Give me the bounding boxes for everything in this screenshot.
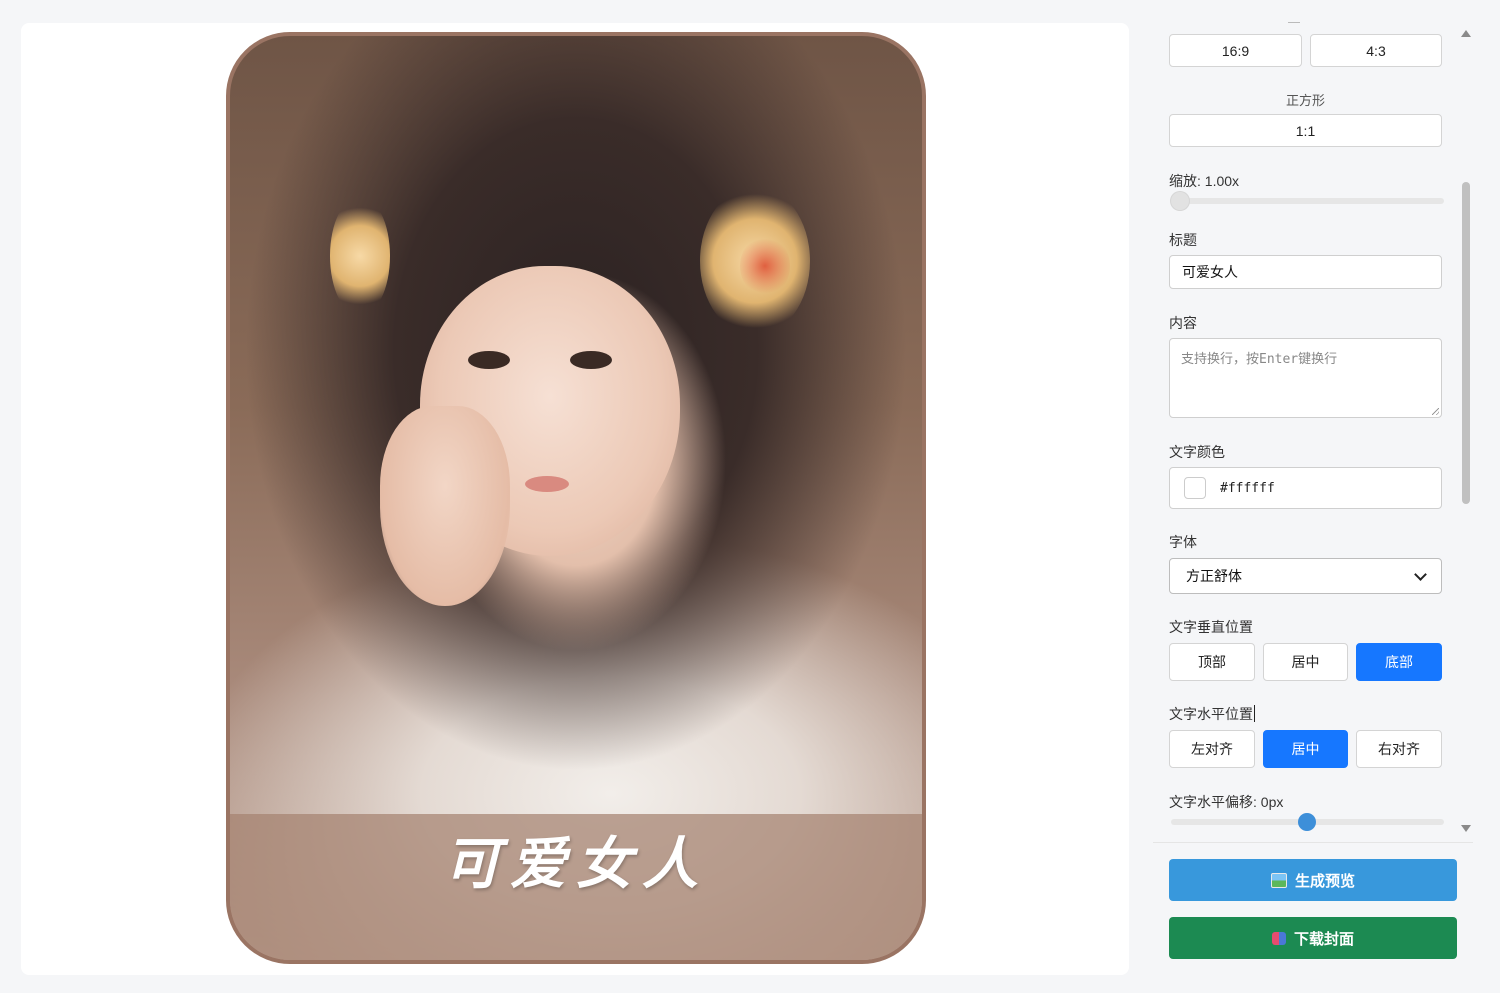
text-color-input[interactable]: #ffffff	[1169, 467, 1442, 509]
settings-scrollbar[interactable]	[1460, 28, 1472, 834]
vertical-bottom-button[interactable]: 底部	[1356, 643, 1442, 681]
font-selected-value: 方正舒体	[1186, 568, 1242, 584]
generate-preview-label: 生成预览	[1294, 872, 1355, 890]
actions-divider	[1153, 842, 1473, 843]
portrait-eye-left	[468, 351, 510, 369]
hair-flower-decoration	[740, 236, 790, 296]
chevron-down-icon	[1414, 567, 1427, 581]
scale-slider[interactable]	[1171, 192, 1444, 210]
text-color-label: 文字颜色	[1169, 444, 1225, 460]
scrollbar-thumb[interactable]	[1462, 182, 1470, 504]
square-label: 正方形	[1285, 93, 1325, 108]
vertical-top-button[interactable]: 顶部	[1169, 643, 1255, 681]
horizontal-offset-label: 文字水平偏移: 0px	[1169, 794, 1284, 810]
resize-grip-icon[interactable]	[1432, 408, 1439, 415]
scroll-up-arrow-icon[interactable]	[1461, 30, 1471, 37]
ratio-4-3-button[interactable]: 4:3	[1310, 34, 1442, 67]
title-label: 标题	[1169, 232, 1197, 248]
download-cover-label: 下载封面	[1293, 930, 1354, 948]
portrait-hand	[380, 406, 510, 606]
content-placeholder: 支持换行，按Enter键换行	[1181, 352, 1338, 367]
horizontal-right-button[interactable]: 右对齐	[1356, 730, 1442, 768]
text-color-value: #ffffff	[1220, 480, 1275, 496]
title-input-value: 可爱女人	[1182, 264, 1238, 280]
horizontal-offset-slider-thumb[interactable]	[1298, 813, 1316, 831]
content-textarea[interactable]: 支持换行，按Enter键换行	[1169, 338, 1442, 418]
text-cursor	[1254, 705, 1255, 722]
font-label: 字体	[1169, 534, 1197, 550]
horizontal-center-button[interactable]: 居中	[1263, 730, 1348, 768]
horizontal-position-label: 文字水平位置	[1169, 706, 1253, 722]
panel-handle	[1288, 22, 1300, 23]
content-label: 内容	[1169, 315, 1197, 331]
font-select[interactable]: 方正舒体	[1169, 558, 1442, 594]
generate-preview-button[interactable]: 生成预览	[1169, 859, 1457, 901]
horizontal-left-button[interactable]: 左对齐	[1169, 730, 1255, 768]
vertical-position-label: 文字垂直位置	[1169, 619, 1253, 635]
preview-panel: 可爱女人	[21, 23, 1129, 975]
hair-flower-decoration	[330, 196, 390, 316]
cover-preview-image: 可爱女人	[226, 32, 926, 964]
ratio-16-9-button[interactable]: 16:9	[1169, 34, 1302, 67]
horizontal-offset-slider[interactable]	[1171, 813, 1444, 831]
cover-title-text: 可爱女人	[444, 831, 708, 897]
portrait-lips	[525, 476, 569, 492]
download-cover-button[interactable]: 下载封面	[1169, 917, 1457, 959]
scale-slider-thumb[interactable]	[1171, 192, 1189, 210]
cover-title-banner: 可爱女人	[230, 814, 922, 960]
picture-icon	[1270, 872, 1287, 888]
book-icon	[1271, 931, 1286, 945]
scale-label: 缩放: 1.00x	[1169, 173, 1240, 189]
portrait-eye-right	[570, 351, 612, 369]
title-input[interactable]: 可爱女人	[1169, 255, 1442, 289]
scroll-down-arrow-icon[interactable]	[1461, 825, 1471, 832]
color-swatch[interactable]	[1184, 477, 1206, 499]
ratio-1-1-button[interactable]: 1:1	[1169, 114, 1442, 147]
vertical-center-button[interactable]: 居中	[1263, 643, 1348, 681]
